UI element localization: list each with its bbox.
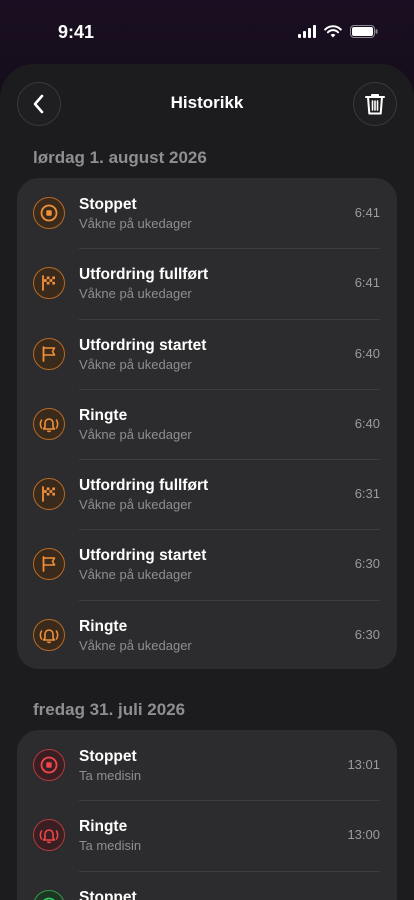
row-subtitle: Våkne på ukedager (79, 286, 192, 302)
checkered-flag-icon (33, 478, 65, 511)
history-row[interactable]: Stoppet Ta medisin 13:01 (17, 730, 397, 800)
row-title: Ringte (79, 406, 128, 424)
stop-icon (33, 749, 65, 781)
bell-ringing-icon (33, 618, 65, 651)
row-subtitle: Våkne på ukedager (79, 356, 192, 372)
stop-icon (33, 197, 65, 229)
battery-icon (350, 25, 378, 38)
row-divider (79, 599, 380, 601)
row-subtitle: Ta medisin (79, 838, 142, 854)
row-divider (79, 248, 380, 250)
history-card: Stoppet Ta medisin 13:01 Ringte Ta medis… (17, 730, 397, 900)
history-row[interactable]: Ringte Ta medisin 13:00 (17, 800, 397, 870)
row-title: Stoppet (79, 748, 137, 765)
row-time: 6:41 (354, 205, 380, 220)
row-title: Utfordring fullført (79, 266, 209, 284)
row-time: 13:01 (347, 757, 380, 772)
history-row[interactable]: Utfordring startet Våkne på ukedager 6:3… (17, 529, 397, 599)
row-title: Ringte (79, 617, 128, 635)
history-row[interactable]: Utfordring fullført Våkne på ukedager 6:… (17, 459, 397, 529)
row-divider (79, 459, 380, 461)
history-row[interactable]: Utfordring fullført Våkne på ukedager 6:… (17, 248, 397, 318)
history-card: Stoppet Våkne på ukedager 6:41 Utfordrin… (17, 178, 397, 669)
row-subtitle: Våkne på ukedager (79, 497, 192, 513)
delete-history-button[interactable] (353, 82, 397, 126)
checkered-flag-icon (33, 267, 65, 300)
history-row[interactable]: Ringte Våkne på ukedager 6:40 (17, 388, 397, 459)
row-title: Stoppet (79, 196, 137, 213)
status-bar: 9:41 (0, 0, 414, 66)
wifi-icon (324, 25, 342, 38)
row-time: 6:31 (354, 486, 380, 502)
row-time: 6:41 (354, 275, 380, 291)
row-divider (79, 870, 380, 872)
row-title: Utfordring fullført (79, 477, 209, 495)
row-title: Ringte (79, 818, 128, 836)
history-row[interactable]: Stoppet (17, 870, 397, 900)
row-title: Utfordring startet (79, 336, 207, 354)
row-subtitle: Våkne på ukedager (79, 567, 192, 583)
cellular-signal-icon (298, 25, 316, 38)
flag-icon (33, 548, 65, 581)
status-time: 9:41 (58, 22, 95, 42)
row-subtitle: Våkne på ukedager (79, 637, 192, 653)
row-time: 6:30 (354, 626, 380, 642)
history-row[interactable]: Stoppet Våkne på ukedager 6:41 (17, 178, 397, 248)
history-row[interactable]: Ringte Våkne på ukedager 6:30 (17, 599, 397, 669)
history-row[interactable]: Utfordring startet Våkne på ukedager 6:4… (17, 318, 397, 389)
flag-icon (33, 337, 65, 370)
row-divider (79, 388, 380, 390)
row-subtitle: Våkne på ukedager (79, 426, 192, 442)
row-divider (79, 318, 380, 320)
row-time: 6:40 (354, 415, 380, 431)
row-title: Stoppet (79, 888, 137, 900)
row-time: 6:30 (354, 556, 380, 572)
stop-icon (33, 889, 65, 900)
row-divider (79, 529, 380, 531)
page-title: Historikk (170, 93, 244, 112)
row-subtitle: Våkne på ukedager (79, 216, 192, 231)
row-time: 6:40 (354, 345, 380, 361)
section-date-header: fredag 31. juli 2026 (33, 700, 186, 719)
bell-ringing-icon (33, 407, 65, 440)
trash-icon (365, 94, 385, 115)
row-time: 13:00 (347, 827, 380, 843)
row-title: Utfordring startet (79, 547, 207, 565)
bell-ringing-icon (33, 819, 65, 852)
row-divider (79, 800, 380, 802)
status-icons (298, 25, 378, 38)
section-date-header: lørdag 1. august 2026 (33, 148, 207, 167)
row-subtitle: Ta medisin (79, 768, 142, 783)
